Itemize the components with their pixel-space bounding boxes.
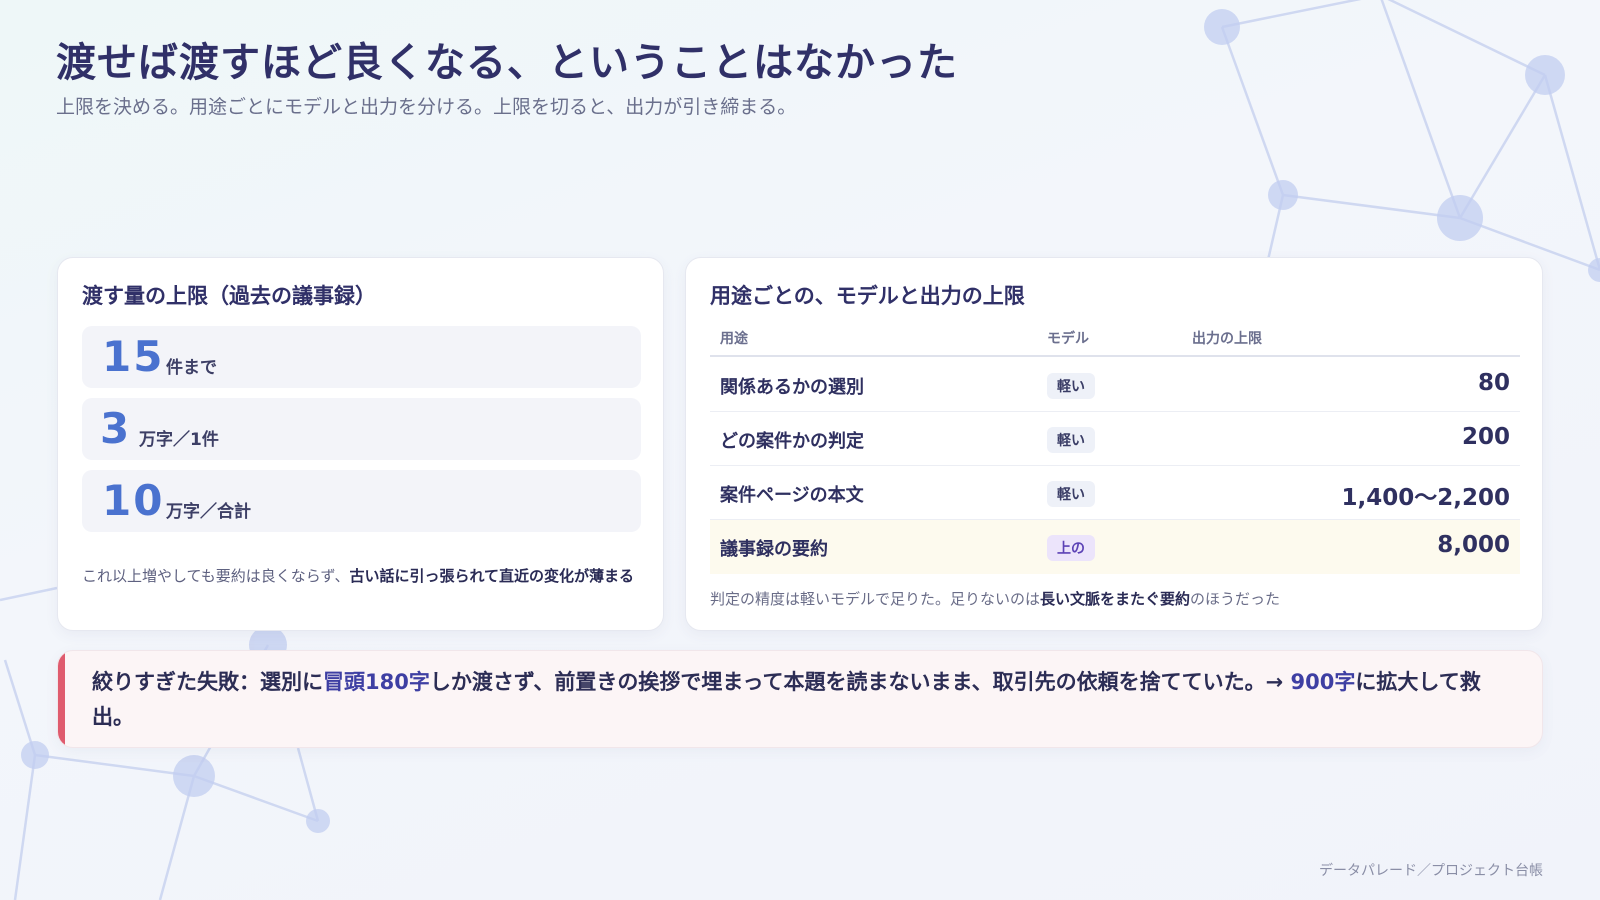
limit-unit: 件まで <box>166 358 217 378</box>
limits-note: これ以上増やしても要約は良くならず、古い話に引っ張られて直近の変化が薄まる <box>82 564 642 589</box>
limit-value: 15 <box>102 332 165 381</box>
footer-credit: データパレード／プロジェクト台帳 <box>1319 863 1543 879</box>
limits-card-title: 渡す量の上限（過去の議事録） <box>82 284 376 308</box>
model-badge: 軽い <box>1047 373 1095 399</box>
limit-value: 10 <box>102 476 165 525</box>
limit-item: 15 件まで <box>82 326 641 388</box>
table-row-highlighted: 議事録の要約 上の 8,000 <box>710 520 1520 574</box>
model-badge: 軽い <box>1047 427 1095 453</box>
limit-value: 3 <box>100 404 132 453</box>
usage-table-card: 用途ごとの、モデルと出力の上限 用途 モデル 出力の上限 関係あるかの選別 軽い… <box>685 257 1543 631</box>
cell-use: 議事録の要約 <box>720 539 828 560</box>
column-header-limit: 出力の上限 <box>1192 331 1262 347</box>
callout-accent-bar <box>58 651 65 747</box>
callout-middle: しか渡さず、前置きの挨拶で埋まって本題を読まないまま、取引先の依頼を捨てていた。… <box>429 670 1291 694</box>
limit-unit: 万字／合計 <box>166 502 251 522</box>
usage-table-title: 用途ごとの、モデルと出力の上限 <box>710 284 1025 308</box>
model-badge: 軽い <box>1047 481 1095 507</box>
table-header-divider <box>710 355 1520 357</box>
page-title: 渡せば渡すほど良くなる、ということはなかった <box>56 40 958 86</box>
limit-unit: 万字／1件 <box>139 430 219 450</box>
callout-highlight: 冒頭180字 <box>323 670 430 694</box>
slide: 渡せば渡すほど良くなる、ということはなかった 上限を決める。用途ごとにモデルと出… <box>0 0 1600 900</box>
limits-note-emphasis: 古い話に引っ張られて直近の変化が薄まる <box>349 567 635 585</box>
limits-note-text: これ以上増やしても要約は良くならず、 <box>82 567 350 585</box>
cell-use: 関係あるかの選別 <box>720 377 864 398</box>
callout-text: 絞りすぎた失敗：選別に冒頭180字しか渡さず、前置きの挨拶で埋まって本題を読まな… <box>92 665 1522 735</box>
table-row: 案件ページの本文 軽い 1,400〜2,200 <box>710 466 1520 520</box>
table-note-suffix: のほうだった <box>1190 590 1281 608</box>
failure-callout: 絞りすぎた失敗：選別に冒頭180字しか渡さず、前置きの挨拶で埋まって本題を読まな… <box>57 650 1543 748</box>
callout-highlight: 900字 <box>1290 670 1356 694</box>
column-header-use: 用途 <box>720 331 748 347</box>
table-note-emphasis: 長い文脈をまたぐ要約 <box>1040 590 1191 608</box>
cell-limit: 80 <box>1477 370 1510 396</box>
limit-item: 3 万字／1件 <box>82 398 641 460</box>
limit-item: 10 万字／合計 <box>82 470 641 532</box>
cell-use: どの案件かの判定 <box>720 431 864 452</box>
page-subtitle: 上限を決める。用途ごとにモデルと出力を分ける。上限を切ると、出力が引き締まる。 <box>56 96 797 118</box>
table-note-text: 判定の精度は軽いモデルで足りた。足りないのは <box>710 590 1041 608</box>
callout-lead: 絞りすぎた失敗：選別に <box>92 670 323 694</box>
cell-limit: 8,000 <box>1437 532 1510 558</box>
cell-use: 案件ページの本文 <box>720 485 864 506</box>
column-header-model: モデル <box>1047 331 1089 347</box>
table-note: 判定の精度は軽いモデルで足りた。足りないのは長い文脈をまたぐ要約のほうだった <box>710 588 1280 609</box>
table-row: 関係あるかの選別 軽い 80 <box>710 358 1520 412</box>
cell-limit: 200 <box>1461 424 1510 450</box>
limits-card: 渡す量の上限（過去の議事録） 15 件まで 3 万字／1件 10 万字／合計 こ… <box>57 257 664 631</box>
cell-limit: 1,400〜2,200 <box>1341 485 1510 511</box>
model-badge: 上の <box>1047 535 1095 561</box>
table-row: どの案件かの判定 軽い 200 <box>710 412 1520 466</box>
